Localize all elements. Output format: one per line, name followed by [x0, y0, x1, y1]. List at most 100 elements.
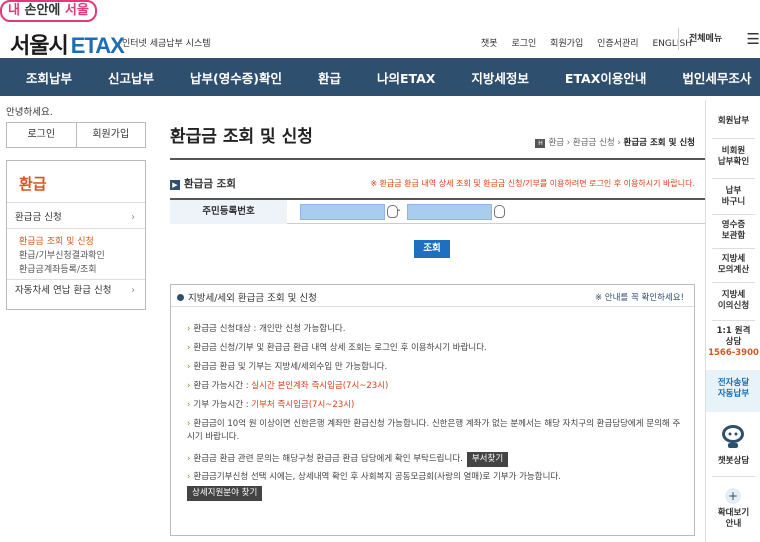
find-support-field-button[interactable]: 상세지원분야 찾기: [187, 486, 263, 501]
info-box-header: 지방세/세외 환급금 조회 및 신청 ※ 안내를 꼭 확인하세요!: [171, 285, 694, 307]
quick-label: 납부: [725, 186, 742, 196]
quick-label: 납부확인: [717, 157, 750, 167]
main-content: 환급금 조회 및 신청 H 환급 › 환급금 신청 › 환급금 조회 및 신청 ▶…: [160, 100, 705, 542]
chevron-right-icon: ›: [187, 362, 191, 372]
info-box-title: 지방세/세외 환급금 조회 및 신청: [177, 290, 317, 304]
resident-number-dash: -: [397, 205, 401, 216]
quick-remote-consult[interactable]: 1:1 원격 상담 1566-3900: [706, 326, 760, 359]
nav-item-refund[interactable]: 환급: [300, 68, 359, 87]
side-menu-label: 자동차세 연납 환급 신청: [15, 285, 112, 296]
info-item: › 환급금 환급 및 기부는 지방세/세외수입 만 가능합니다.: [187, 361, 687, 374]
quick-label: 지방세: [721, 290, 746, 300]
login-notice: ※ 환급금 환급 내역 상세 조회 및 환급금 신청/기부를 이용하려면 로그인…: [370, 179, 695, 188]
find-department-button[interactable]: 부서찾기: [466, 452, 509, 467]
side-menu-refund-account[interactable]: 환급금계좌등록/조회: [7, 263, 145, 277]
site-logo[interactable]: 서울시 ETAX 인터넷 세금납부 시스템: [10, 28, 211, 60]
info-item: › 기부 가능시간 : 기부처 즉시입금(7시~23시): [187, 399, 687, 412]
quick-label: 비회원: [721, 146, 746, 156]
section-title-text: 환급금 조회: [184, 178, 236, 190]
login-box: 로그인 회원가입: [6, 122, 146, 148]
brand-tag: 내 손안에 서울: [0, 0, 97, 22]
quick-tax-objection[interactable]: 지방세 이의신청: [706, 290, 760, 312]
info-item-text: 환급금 신청/기부 및 환급금 환급 내역 상세 조회는 로그인 후 이용하시기…: [193, 343, 487, 353]
side-menu-refund-apply[interactable]: 환급금 신청 ›: [7, 207, 145, 229]
all-menu-button[interactable]: 전체메뉴 ☰: [678, 28, 760, 50]
chevron-right-icon: ›: [187, 343, 191, 353]
chevron-right-icon: ›: [187, 454, 191, 464]
mouse-input-icon[interactable]: [494, 205, 505, 218]
util-chatbot[interactable]: 챗봇: [481, 39, 498, 49]
breadcrumb-current: 환급금 조회 및 신청: [623, 138, 695, 148]
divider: [712, 282, 755, 283]
page: 내 손안에 서울 서울시 ETAX 인터넷 세금납부 시스템 챗봇 로그인 회원가…: [0, 0, 760, 542]
nav-item-corp-audit[interactable]: 법인세무조사: [664, 68, 760, 87]
info-item: › 환급금 신청/기부 및 환급금 환급 내역 상세 조회는 로그인 후 이용하시…: [187, 342, 687, 355]
info-box-title-text: 지방세/세외 환급금 조회 및 신청: [188, 293, 317, 304]
chevron-right-icon: ›: [187, 400, 191, 410]
info-item-text: 환급금 신청대상 : 개인만 신청 가능합니다.: [193, 324, 346, 334]
quick-payment-cart[interactable]: 납부 바구니: [706, 186, 760, 208]
quick-phone: 1566-3900: [708, 348, 759, 358]
title-divider: [170, 158, 705, 160]
divider: [712, 178, 755, 179]
nav-item-inquiry-payment[interactable]: 조회납부: [8, 68, 90, 87]
quick-member-payment[interactable]: 회원납부: [706, 116, 760, 127]
nav-item-my-etax[interactable]: 나의ETAX: [359, 68, 453, 87]
section-title: ▶ 환급금 조회: [170, 176, 236, 191]
side-menu-refund-result[interactable]: 환급/기부신청결과확인: [7, 249, 145, 263]
nav-item-etax-guide[interactable]: ETAX이용안내: [547, 68, 664, 87]
logo-etax: ETAX: [70, 33, 125, 58]
divider: [712, 138, 755, 139]
header: 서울시 ETAX 인터넷 세금납부 시스템 챗봇 로그인 회원가입 인증서관리 E…: [0, 0, 760, 60]
resident-number-label: 주민등록번호: [170, 200, 287, 224]
info-item-highlight: 실시간 본인계좌 즉시입금(7시~23시): [251, 381, 389, 391]
search-button[interactable]: 조회: [414, 240, 450, 258]
util-login[interactable]: 로그인: [511, 39, 536, 49]
divider: [712, 320, 755, 321]
zoom-in-icon[interactable]: +: [725, 488, 741, 504]
logo-subtitle: 인터넷 세금납부 시스템: [122, 39, 211, 49]
util-cert[interactable]: 인증서관리: [597, 39, 638, 49]
info-item-text: 환급금 환급 관련 문의는 해당구청 환급금 환급 담당에게 확인 부탁드립니다…: [193, 454, 463, 464]
quick-chatbot-consult[interactable]: 챗봇상담: [706, 456, 760, 467]
quick-label: 1:1 원격: [716, 326, 751, 336]
join-button[interactable]: 회원가입: [77, 123, 146, 147]
divider: [712, 248, 755, 249]
side-menu-refund-inquiry[interactable]: 환급금 조회 및 신청: [7, 235, 145, 249]
quick-tax-calculator[interactable]: 지방세 모의계산: [706, 254, 760, 276]
util-join[interactable]: 회원가입: [550, 39, 583, 49]
home-icon[interactable]: H: [535, 139, 546, 148]
all-menu-label: 전체메뉴: [689, 34, 723, 44]
info-item-text: 환급금 환급 및 기부는 지방세/세외수입 만 가능합니다.: [193, 362, 388, 372]
chatbot-icon[interactable]: [718, 420, 748, 450]
breadcrumb: H 환급 › 환급금 신청 › 환급금 조회 및 신청: [535, 136, 695, 148]
left-sidebar: 안녕하세요. 로그인 회원가입 환급 환급금 신청 › 환급금 조회 및 신청 환…: [0, 100, 160, 542]
quick-label: 영수증: [721, 220, 746, 230]
quick-receipt-box[interactable]: 영수증 보관함: [706, 220, 760, 242]
greeting-text: 안녕하세요.: [6, 107, 53, 118]
resident-number-second-input[interactable]: [407, 204, 492, 220]
nav-item-local-tax-info[interactable]: 지방세정보: [453, 68, 547, 87]
quick-label: 안내: [725, 519, 742, 529]
login-button[interactable]: 로그인: [7, 123, 77, 147]
side-menu: 환급 환급금 신청 › 환급금 조회 및 신청 환급/기부신청결과확인 환급금계좌…: [6, 160, 146, 310]
page-title: 환급금 조회 및 신청: [170, 127, 313, 147]
nav-item-report-payment[interactable]: 신고납부: [90, 68, 172, 87]
right-quick-menu: 회원납부 비회원 납부확인 납부 바구니 영수증 보관함 지방세 모의계산 지방세 이의신…: [705, 100, 760, 542]
info-item: › 환급 가능시간 : 실시간 본인계좌 즉시입금(7시~23시): [187, 380, 687, 393]
nav-item-receipt[interactable]: 납부(영수증)확인: [172, 68, 300, 87]
side-menu-car-tax-refund[interactable]: 자동차세 연납 환급 신청 ›: [7, 279, 145, 301]
main-nav: 조회납부 신고납부 납부(영수증)확인 환급 나의ETAX 지방세정보 ETAX…: [0, 58, 760, 96]
breadcrumb-refund[interactable]: 환급: [548, 138, 564, 148]
info-item-text: 환급금이 10억 원 이상이면 신한은행 계좌만 환급신청 가능합니다. 신한은…: [187, 419, 681, 442]
breadcrumb-refund-apply[interactable]: 환급금 신청: [573, 138, 615, 148]
quick-guest-check[interactable]: 비회원 납부확인: [706, 146, 760, 168]
quick-label: 자동납부: [717, 389, 750, 399]
quick-zoom-guide[interactable]: 확대보기 안내: [706, 508, 760, 530]
info-item: › 환급금이 10억 원 이상이면 신한은행 계좌만 환급신청 가능합니다. 신한…: [187, 418, 687, 444]
quick-label: 보관함: [721, 231, 746, 241]
resident-number-first-input[interactable]: [300, 204, 385, 220]
quick-e-delivery[interactable]: 전자송달 자동납부: [706, 370, 760, 412]
brand-tag-post: 서울: [60, 3, 89, 18]
quick-label: 모의계산: [717, 265, 750, 275]
